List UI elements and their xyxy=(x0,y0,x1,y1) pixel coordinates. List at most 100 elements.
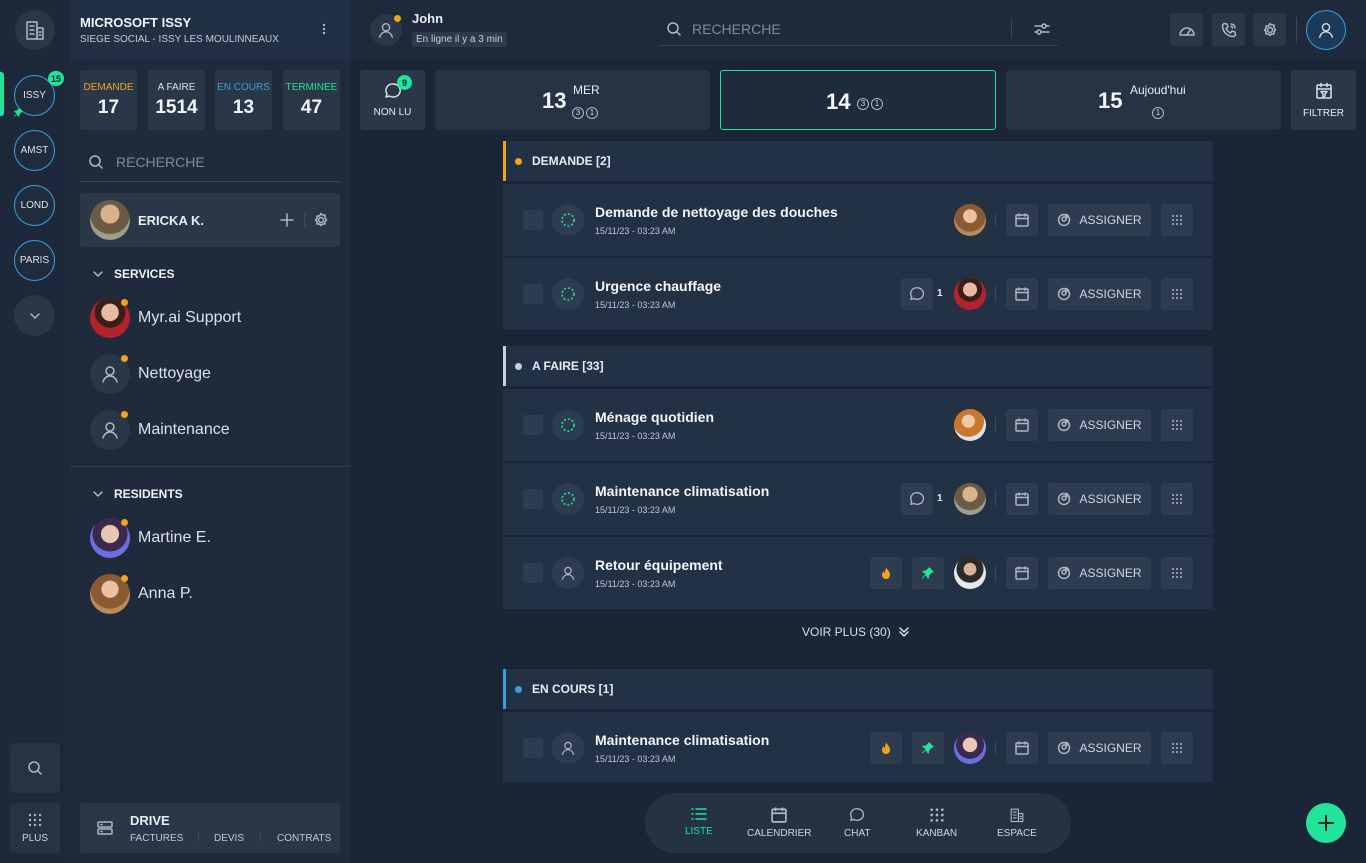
assign-button[interactable]: ASSIGNER xyxy=(1048,409,1151,441)
drag-handle[interactable] xyxy=(1161,732,1193,764)
settings-button[interactable] xyxy=(1253,13,1286,46)
active-site-indicator xyxy=(0,72,4,116)
pin-icon[interactable] xyxy=(912,732,944,764)
divider xyxy=(995,417,996,433)
filter-button[interactable]: FILTRER xyxy=(1291,70,1356,130)
assign-button[interactable]: ASSIGNER xyxy=(1048,732,1151,764)
group-header-demande[interactable]: DEMANDE [2] xyxy=(503,141,1213,181)
unread-button[interactable]: NON LU xyxy=(360,70,425,130)
drag-handle[interactable] xyxy=(1161,204,1193,236)
calendar-button[interactable] xyxy=(1006,557,1038,589)
resident-item-anna[interactable]: Anna P. xyxy=(90,574,193,614)
site-label: ISSY xyxy=(23,90,46,101)
chevron-down-icon xyxy=(29,312,40,319)
org-menu-kebab-icon[interactable] xyxy=(322,22,326,36)
site-label: AMST xyxy=(20,145,49,156)
sliders-icon[interactable] xyxy=(1034,22,1050,36)
more-sites-button[interactable] xyxy=(14,295,55,336)
site-amst-button[interactable]: AMST xyxy=(14,130,55,171)
day-counts: 31 xyxy=(857,93,885,111)
task-checkbox[interactable] xyxy=(523,563,543,583)
calendar-button[interactable] xyxy=(1006,204,1038,236)
task-row[interactable]: Retour équipement 15/11/23 - 03:23 AM AS… xyxy=(503,537,1213,609)
resident-item-martine[interactable]: Martine E. xyxy=(90,518,211,558)
service-item-nettoyage[interactable]: Nettoyage xyxy=(90,354,211,394)
rail-search-button[interactable] xyxy=(10,743,60,793)
stat-demande[interactable]: DEMANDE 17 xyxy=(80,70,137,130)
nav-liste[interactable]: LISTE xyxy=(685,807,713,837)
calendar-button[interactable] xyxy=(1006,483,1038,515)
assign-button[interactable]: ASSIGNER xyxy=(1048,557,1151,589)
calendar-button[interactable] xyxy=(1006,732,1038,764)
task-row[interactable]: Ménage quotidien 15/11/23 - 03:23 AM ASS… xyxy=(503,389,1213,461)
settings-gear-icon[interactable] xyxy=(313,212,329,228)
rail-plus-button[interactable]: PLUS xyxy=(10,803,60,853)
task-checkbox[interactable] xyxy=(523,284,543,304)
stat-terminee[interactable]: TERMINEE 47 xyxy=(283,70,340,130)
task-checkbox[interactable] xyxy=(523,738,543,758)
building-logo-icon[interactable] xyxy=(15,10,55,50)
pin-icon[interactable] xyxy=(912,557,944,589)
calendar-button[interactable] xyxy=(1006,278,1038,310)
drive-link-factures[interactable]: FACTURES xyxy=(130,833,183,844)
divider xyxy=(995,212,996,228)
site-issy-badge: 15 xyxy=(48,71,65,86)
nav-chat[interactable]: CHAT xyxy=(844,807,870,839)
site-lond-button[interactable]: LOND xyxy=(14,185,55,226)
task-row[interactable]: Maintenance climatisation 15/11/23 - 03:… xyxy=(503,463,1213,535)
task-row[interactable]: Urgence chauffage 15/11/23 - 03:23 AM 1 … xyxy=(503,258,1213,330)
task-checkbox[interactable] xyxy=(523,415,543,435)
urgent-flame-icon[interactable] xyxy=(870,557,902,589)
add-icon[interactable] xyxy=(280,213,294,227)
dashboard-button[interactable] xyxy=(1170,13,1203,46)
current-user-row[interactable]: ERICKA K. xyxy=(80,193,340,247)
task-row[interactable]: Maintenance climatisation 15/11/23 - 03:… xyxy=(503,712,1213,782)
sidebar-search-input[interactable]: RECHERCHE xyxy=(80,142,340,182)
task-checkbox[interactable] xyxy=(523,489,543,509)
drive-link-contrats[interactable]: CONTRATS xyxy=(277,833,331,844)
site-paris-button[interactable]: PARIS xyxy=(14,240,55,281)
profile-button[interactable] xyxy=(1306,10,1346,50)
assignee-avatar xyxy=(954,409,986,441)
group-color-bar xyxy=(503,346,506,386)
assign-button[interactable]: ASSIGNER xyxy=(1048,204,1151,236)
comments-button[interactable] xyxy=(901,278,933,310)
group-header-afaire[interactable]: A FAIRE [33] xyxy=(503,346,1213,386)
drag-handle[interactable] xyxy=(1161,278,1193,310)
status-dot xyxy=(121,299,128,306)
comment-count: 1 xyxy=(937,493,943,504)
stat-encours[interactable]: EN COURS 13 xyxy=(215,70,272,130)
drag-handle[interactable] xyxy=(1161,409,1193,441)
day-14-selected[interactable]: 14 31 xyxy=(720,70,996,130)
assign-button[interactable]: ASSIGNER xyxy=(1048,278,1151,310)
gear-icon xyxy=(1263,22,1276,36)
nav-calendrier[interactable]: CALENDRIER xyxy=(747,807,811,839)
phone-button[interactable] xyxy=(1212,13,1245,46)
services-section-toggle[interactable]: SERVICES xyxy=(92,267,174,281)
drive-link-devis[interactable]: DEVIS xyxy=(214,833,244,844)
task-row[interactable]: Demande de nettoyage des douches 15/11/2… xyxy=(503,184,1213,256)
day-13[interactable]: 13 MER 31 xyxy=(435,70,710,130)
task-checkbox[interactable] xyxy=(523,210,543,230)
calendar-button[interactable] xyxy=(1006,409,1038,441)
progress-spinner-icon xyxy=(552,483,584,515)
group-header-encours[interactable]: EN COURS [1] xyxy=(503,669,1213,709)
stat-afaire[interactable]: A FAIRE 1514 xyxy=(148,70,205,130)
see-more-button[interactable]: VOIR PLUS (30) xyxy=(802,625,909,639)
urgent-flame-icon[interactable] xyxy=(870,732,902,764)
assign-button[interactable]: ASSIGNER xyxy=(1048,483,1151,515)
drag-handle[interactable] xyxy=(1161,557,1193,589)
building-icon xyxy=(1010,808,1024,823)
drag-handle[interactable] xyxy=(1161,483,1193,515)
group-dot xyxy=(515,362,522,370)
group-dot xyxy=(515,685,522,693)
service-item-maintenance[interactable]: Maintenance xyxy=(90,410,230,450)
service-item-myrai[interactable]: Myr.ai Support xyxy=(90,298,241,338)
comments-button[interactable] xyxy=(901,483,933,515)
add-fab-button[interactable] xyxy=(1306,803,1346,843)
top-search-input[interactable]: RECHERCHE xyxy=(658,12,1058,46)
nav-espace[interactable]: ESPACE xyxy=(997,807,1037,839)
residents-section-toggle[interactable]: RESIDENTS xyxy=(92,487,183,501)
nav-kanban[interactable]: KANBAN xyxy=(916,807,957,839)
day-15-today[interactable]: 15 Aujoud'hui 1 xyxy=(1006,70,1281,130)
